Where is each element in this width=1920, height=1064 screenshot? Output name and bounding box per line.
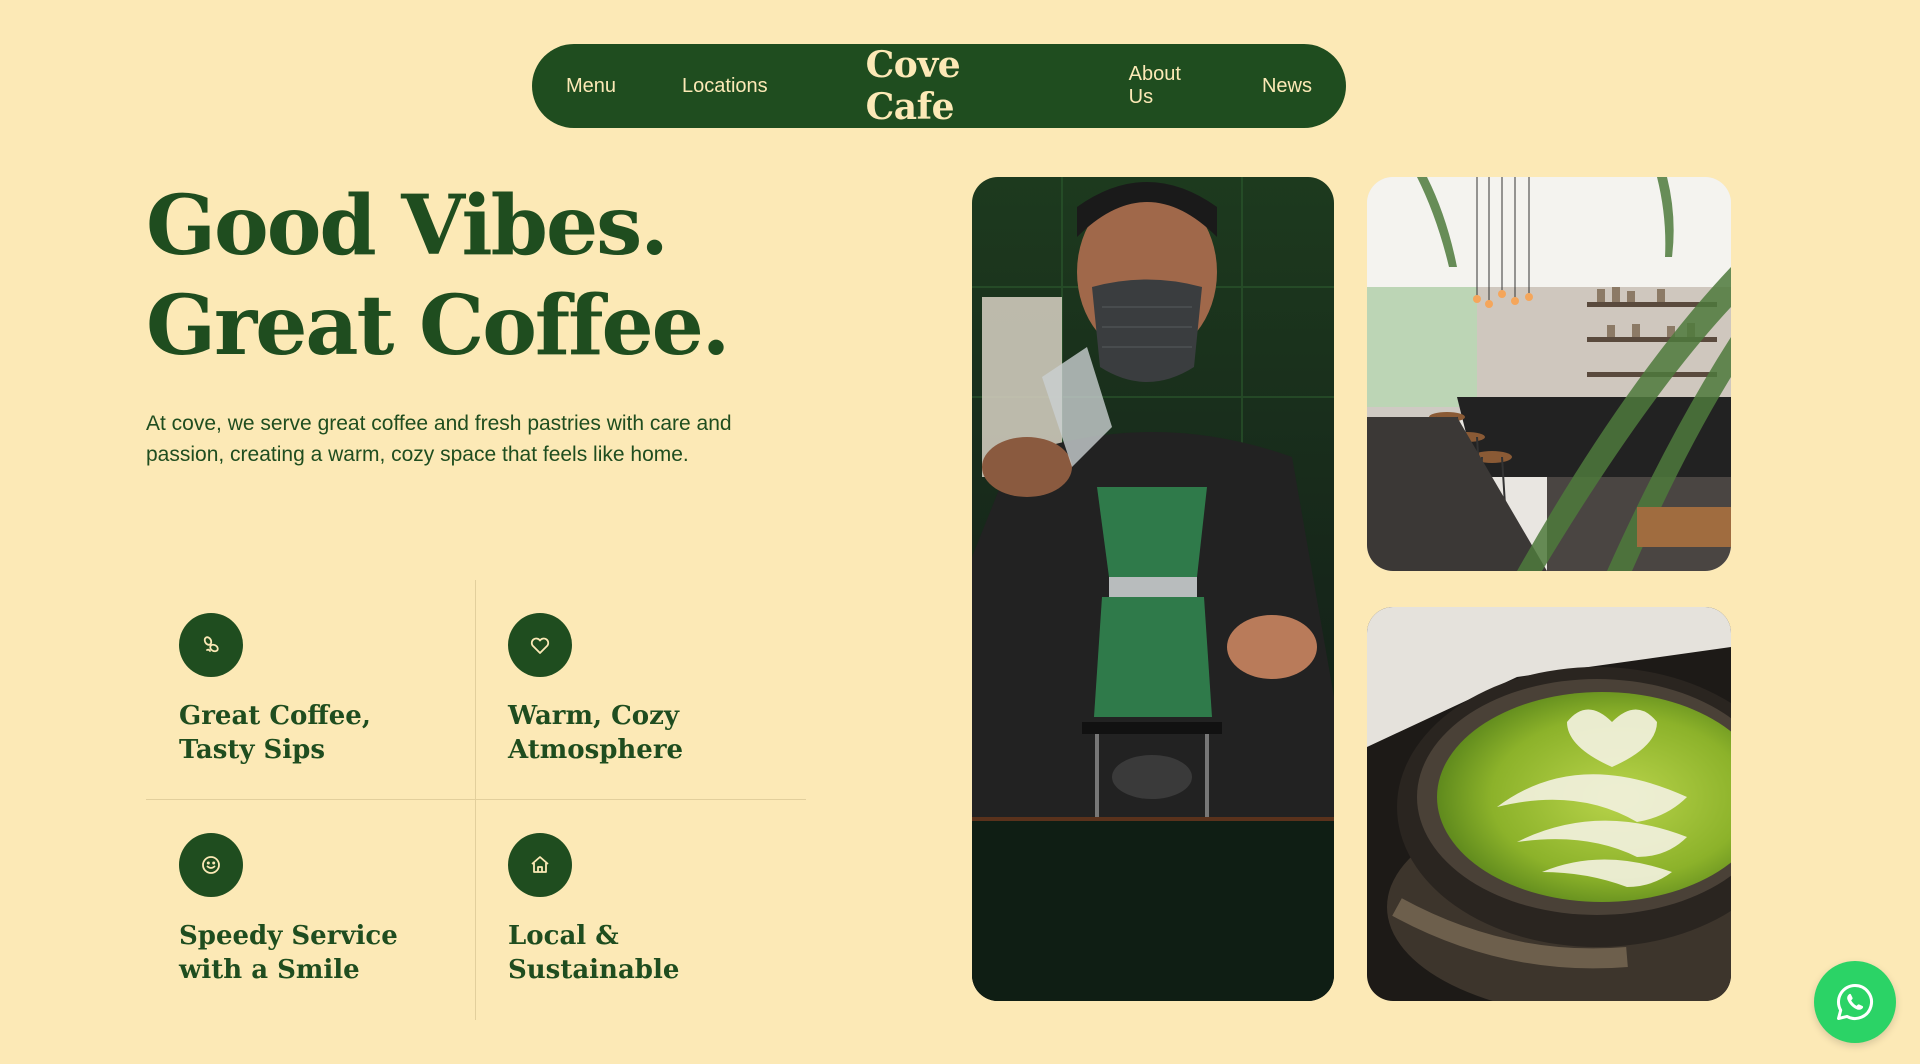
feature-label: Speedy Service with a Smile	[179, 919, 479, 987]
nav-link-menu[interactable]: Menu	[566, 75, 616, 98]
barista-photo	[972, 177, 1334, 1001]
feature-great-coffee: Great Coffee, Tasty Sips	[179, 613, 479, 767]
cafe-interior-photo	[1367, 177, 1731, 571]
hero-title: Good Vibes. Great Coffee.	[146, 176, 846, 376]
feature-label-line-2: Tasty Sips	[179, 735, 325, 765]
hero-title-line-2: Great Coffee.	[146, 278, 730, 374]
whatsapp-icon	[1836, 983, 1874, 1021]
feature-label-line-1: Speedy Service	[179, 921, 398, 951]
coffee-beans-icon	[179, 613, 243, 677]
nav-link-locations[interactable]: Locations	[682, 75, 768, 98]
feature-label-line-2: Sustainable	[508, 955, 680, 985]
feature-speedy-service: Speedy Service with a Smile	[179, 833, 479, 987]
feature-warm-atmosphere: Warm, Cozy Atmosphere	[508, 613, 808, 767]
hero-title-line-1: Good Vibes.	[146, 178, 669, 274]
matcha-latte-photo	[1367, 607, 1731, 1001]
home-icon	[508, 833, 572, 897]
feature-label-line-1: Great Coffee,	[179, 701, 371, 731]
feature-label-line-1: Local &	[508, 921, 619, 951]
feature-label-line-1: Warm, Cozy	[508, 701, 680, 731]
feature-local-sustainable: Local & Sustainable	[508, 833, 808, 987]
smile-icon	[179, 833, 243, 897]
feature-label: Warm, Cozy Atmosphere	[508, 699, 808, 767]
nav-link-news[interactable]: News	[1262, 75, 1312, 98]
brand-logo[interactable]: Cove Cafe	[866, 44, 1028, 128]
feature-label-line-2: with a Smile	[179, 955, 360, 985]
feature-label-line-2: Atmosphere	[508, 735, 684, 765]
feature-label: Great Coffee, Tasty Sips	[179, 699, 479, 767]
feature-label: Local & Sustainable	[508, 919, 808, 987]
hero-description: At cove, we serve great coffee and fresh…	[146, 412, 732, 466]
grid-divider-horizontal	[146, 799, 806, 800]
main-nav: Menu Locations Cove Cafe About Us News	[532, 44, 1346, 128]
nav-link-about-us[interactable]: About Us	[1129, 63, 1197, 109]
whatsapp-button[interactable]	[1814, 961, 1896, 1043]
heart-icon	[508, 613, 572, 677]
features-grid: Great Coffee, Tasty Sips Warm, Cozy Atmo…	[146, 580, 806, 1020]
